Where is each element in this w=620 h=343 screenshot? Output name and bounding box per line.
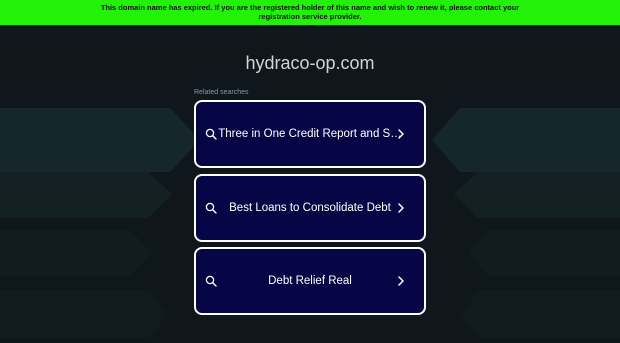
chevron-right-icon	[398, 129, 404, 139]
result-label: Three in One Credit Report and S…	[218, 128, 402, 140]
banner-text: This domain name has expired. If you are…	[100, 3, 520, 21]
search-icon	[205, 202, 217, 214]
expired-domain-banner: This domain name has expired. If you are…	[0, 0, 620, 25]
related-search-result[interactable]: Debt Relief Real	[194, 247, 426, 315]
result-label: Best Loans to Consolidate Debt	[229, 202, 391, 214]
related-search-result[interactable]: Best Loans to Consolidate Debt	[194, 174, 426, 242]
result-label: Debt Relief Real	[268, 275, 352, 287]
related-searches-label: Related searches	[194, 89, 249, 96]
search-icon	[205, 275, 217, 287]
chevron-right-icon	[398, 276, 404, 286]
related-search-result[interactable]: Three in One Credit Report and S…	[194, 100, 426, 168]
chevron-right-icon	[398, 203, 404, 213]
domain-title: hydraco-op.com	[245, 53, 375, 73]
search-icon	[205, 128, 217, 140]
parked-domain-page: This domain name has expired. If you are…	[0, 0, 620, 343]
